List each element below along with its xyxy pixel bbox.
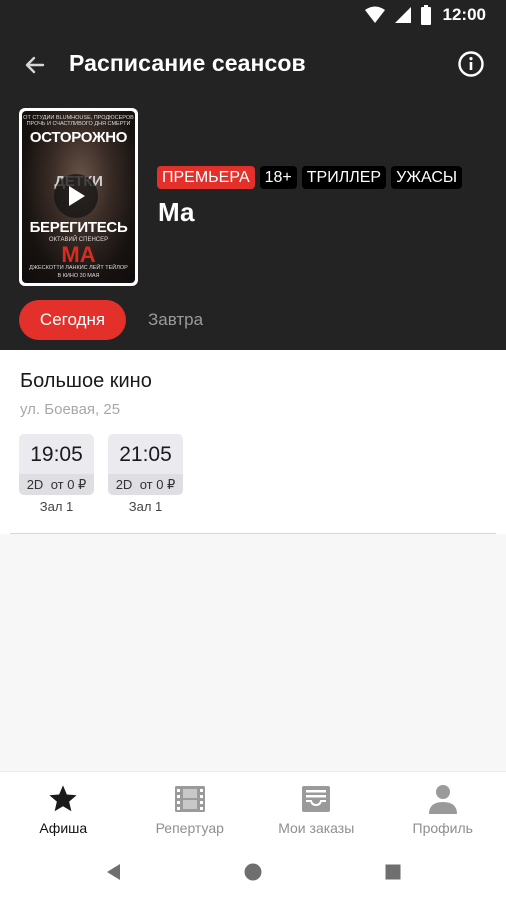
- info-icon: [458, 51, 484, 77]
- triangle-back-icon: [107, 864, 120, 880]
- session-box: 19:05 2D от 0 ₽: [19, 434, 94, 495]
- system-home-button[interactable]: [240, 859, 266, 885]
- battery-icon: [420, 5, 431, 25]
- nav-label: Афиша: [39, 820, 88, 836]
- tab-today[interactable]: Сегодня: [19, 300, 126, 340]
- session-format: 2D: [26, 477, 44, 492]
- session-price: от 0 ₽: [139, 477, 176, 492]
- poster-headline-1: ОСТОРОЖНО: [29, 129, 128, 146]
- divider: [10, 533, 496, 534]
- bottom-nav: Афиша Репертуар Мои заказы Профиль: [0, 771, 506, 843]
- nav-label: Репертуар: [155, 820, 224, 836]
- nav-item-orders[interactable]: Мои заказы: [253, 772, 380, 843]
- header: Расписание сеансов ОТ СТУДИИ BLUMHOUSE, …: [0, 32, 506, 350]
- system-back-button[interactable]: [100, 859, 126, 885]
- nav-item-repertoire[interactable]: Репертуар: [127, 772, 254, 843]
- nav-label: Профиль: [412, 820, 473, 836]
- session-button[interactable]: 19:05 2D от 0 ₽ Зал 1: [19, 434, 94, 514]
- status-icons: 12:00: [364, 5, 486, 25]
- arrow-left-icon: [25, 56, 45, 74]
- poster-tagline-2: ПРОЧЬ И СЧАСТЛИВОГО ДНЯ СМЕРТИ: [26, 121, 131, 127]
- cinema-name: Большое кино: [20, 370, 152, 392]
- system-recents-button[interactable]: [380, 859, 406, 885]
- movie-tags: ПРЕМЬЕРА 18+ ТРИЛЛЕР УЖАСЫ: [157, 166, 463, 189]
- session-box: 21:05 2D от 0 ₽: [108, 434, 183, 495]
- wifi-icon: [364, 6, 385, 23]
- signal-icon: [394, 7, 411, 23]
- play-trailer-button[interactable]: [54, 174, 98, 218]
- play-icon: [69, 186, 85, 206]
- inbox-icon: [299, 782, 333, 816]
- tag-genre-thriller: ТРИЛЛЕР: [301, 166, 387, 189]
- nav-item-afisha[interactable]: Афиша: [0, 772, 127, 843]
- circle-home-icon: [244, 863, 262, 881]
- session-time: 19:05: [30, 443, 83, 466]
- tag-genre-horror: УЖАСЫ: [391, 166, 463, 189]
- session-info: 2D от 0 ₽: [19, 474, 94, 495]
- session-price: от 0 ₽: [50, 477, 87, 492]
- cinema-card: Большое кино ул. Боевая, 25 19:05 2D от …: [0, 350, 506, 534]
- session-format: 2D: [115, 477, 133, 492]
- status-bar: 12:00: [0, 0, 506, 32]
- session-time: 21:05: [119, 443, 172, 466]
- person-icon: [426, 782, 460, 816]
- page-title: Расписание сеансов: [69, 50, 306, 76]
- nav-label: Мои заказы: [278, 820, 355, 836]
- tab-tomorrow[interactable]: Завтра: [148, 310, 203, 330]
- poster-credits: ДЖЕСКОТТИ ЛАНКИС ЛЕЙТ ТЕЙЛОР: [29, 265, 128, 271]
- nav-item-profile[interactable]: Профиль: [380, 772, 506, 843]
- session-hall: Зал 1: [128, 499, 163, 514]
- star-icon: [46, 782, 80, 816]
- back-button[interactable]: [16, 46, 54, 84]
- film-icon: [173, 782, 207, 816]
- cinema-address: ул. Боевая, 25: [20, 401, 121, 418]
- poster-release: В КИНО 30 МАЯ: [57, 273, 100, 279]
- square-recents-icon: [385, 864, 401, 880]
- session-info: 2D от 0 ₽: [108, 474, 183, 495]
- system-nav: [0, 843, 506, 900]
- poster-headline-3: БЕРЕГИТЕСЬ: [29, 219, 128, 236]
- session-hall: Зал 1: [39, 499, 74, 514]
- session-button[interactable]: 21:05 2D от 0 ₽ Зал 1: [108, 434, 183, 514]
- movie-poster[interactable]: ОТ СТУДИИ BLUMHOUSE, ПРОДЮСЕРОВ ПРОЧЬ И …: [19, 108, 138, 286]
- movie-title: Ма: [158, 197, 195, 227]
- tag-premiere: ПРЕМЬЕРА: [157, 166, 255, 189]
- info-button[interactable]: [454, 47, 488, 81]
- status-time: 12:00: [442, 5, 486, 24]
- tag-age-rating: 18+: [259, 166, 297, 189]
